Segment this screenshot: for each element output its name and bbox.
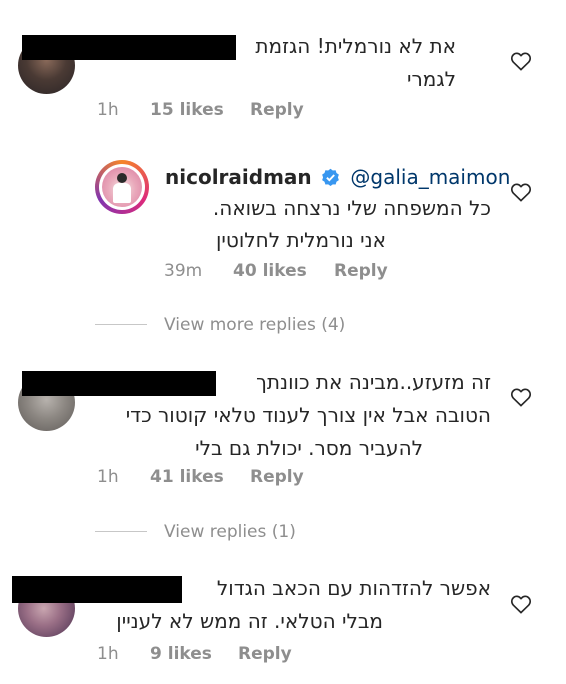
comment-text-line: את לא נורמלית! הגזמת [255,34,456,58]
comment-text-line: לגמרי [407,67,456,91]
username[interactable]: nicolraidman [165,165,312,189]
redacted-username [22,371,216,396]
redacted-username [12,576,182,603]
comment-text-line: להעביר מסר. יכולת גם בלי [195,436,423,460]
comment-text-line: כל המשפחה שלי נרצחה בשואה. [212,196,491,220]
comment-text-line: הטובה אבל אין צורך לענוד טלאי קוטור כדי [125,403,491,427]
comment-time: 1h [97,467,119,487]
reply-button[interactable]: Reply [250,467,304,487]
mention-link[interactable]: @galia_maimon [350,165,510,189]
like-count[interactable]: 9 likes [150,644,212,664]
comment-time: 39m [164,261,203,281]
divider-line [95,324,147,325]
comment-text-line: אפשר להזדהות עם הכאב הגדול [216,576,491,600]
reply-button[interactable]: Reply [334,261,388,281]
view-replies-label[interactable]: View replies (1) [164,522,296,542]
like-count[interactable]: 15 likes [150,100,224,120]
heart-outline-icon[interactable] [510,387,532,407]
reply-header: nicolraidman @galia_maimon [165,162,510,192]
heart-outline-icon[interactable] [510,51,532,71]
heart-outline-icon[interactable] [510,182,532,202]
verified-badge-icon [322,168,339,187]
avatar-image [99,164,145,210]
redacted-username [22,35,236,60]
reply-button[interactable]: Reply [250,100,304,120]
heart-outline-icon[interactable] [510,594,532,614]
reply-button[interactable]: Reply [238,644,292,664]
comment-time: 1h [97,100,119,120]
comment-text-line: מבלי הטלאי. זה ממש לא לעניין [116,609,383,633]
comment-time: 1h [97,644,119,664]
comment-text-line: אני נורמלית לחלוטין [215,228,386,252]
like-count[interactable]: 41 likes [150,467,224,487]
comment-text-line: זה מזעזע..מבינה את כוונתך [256,370,491,394]
divider-line [95,531,147,532]
view-more-replies-label[interactable]: View more replies (4) [164,315,345,335]
like-count[interactable]: 40 likes [233,261,307,281]
avatar[interactable] [95,160,149,214]
